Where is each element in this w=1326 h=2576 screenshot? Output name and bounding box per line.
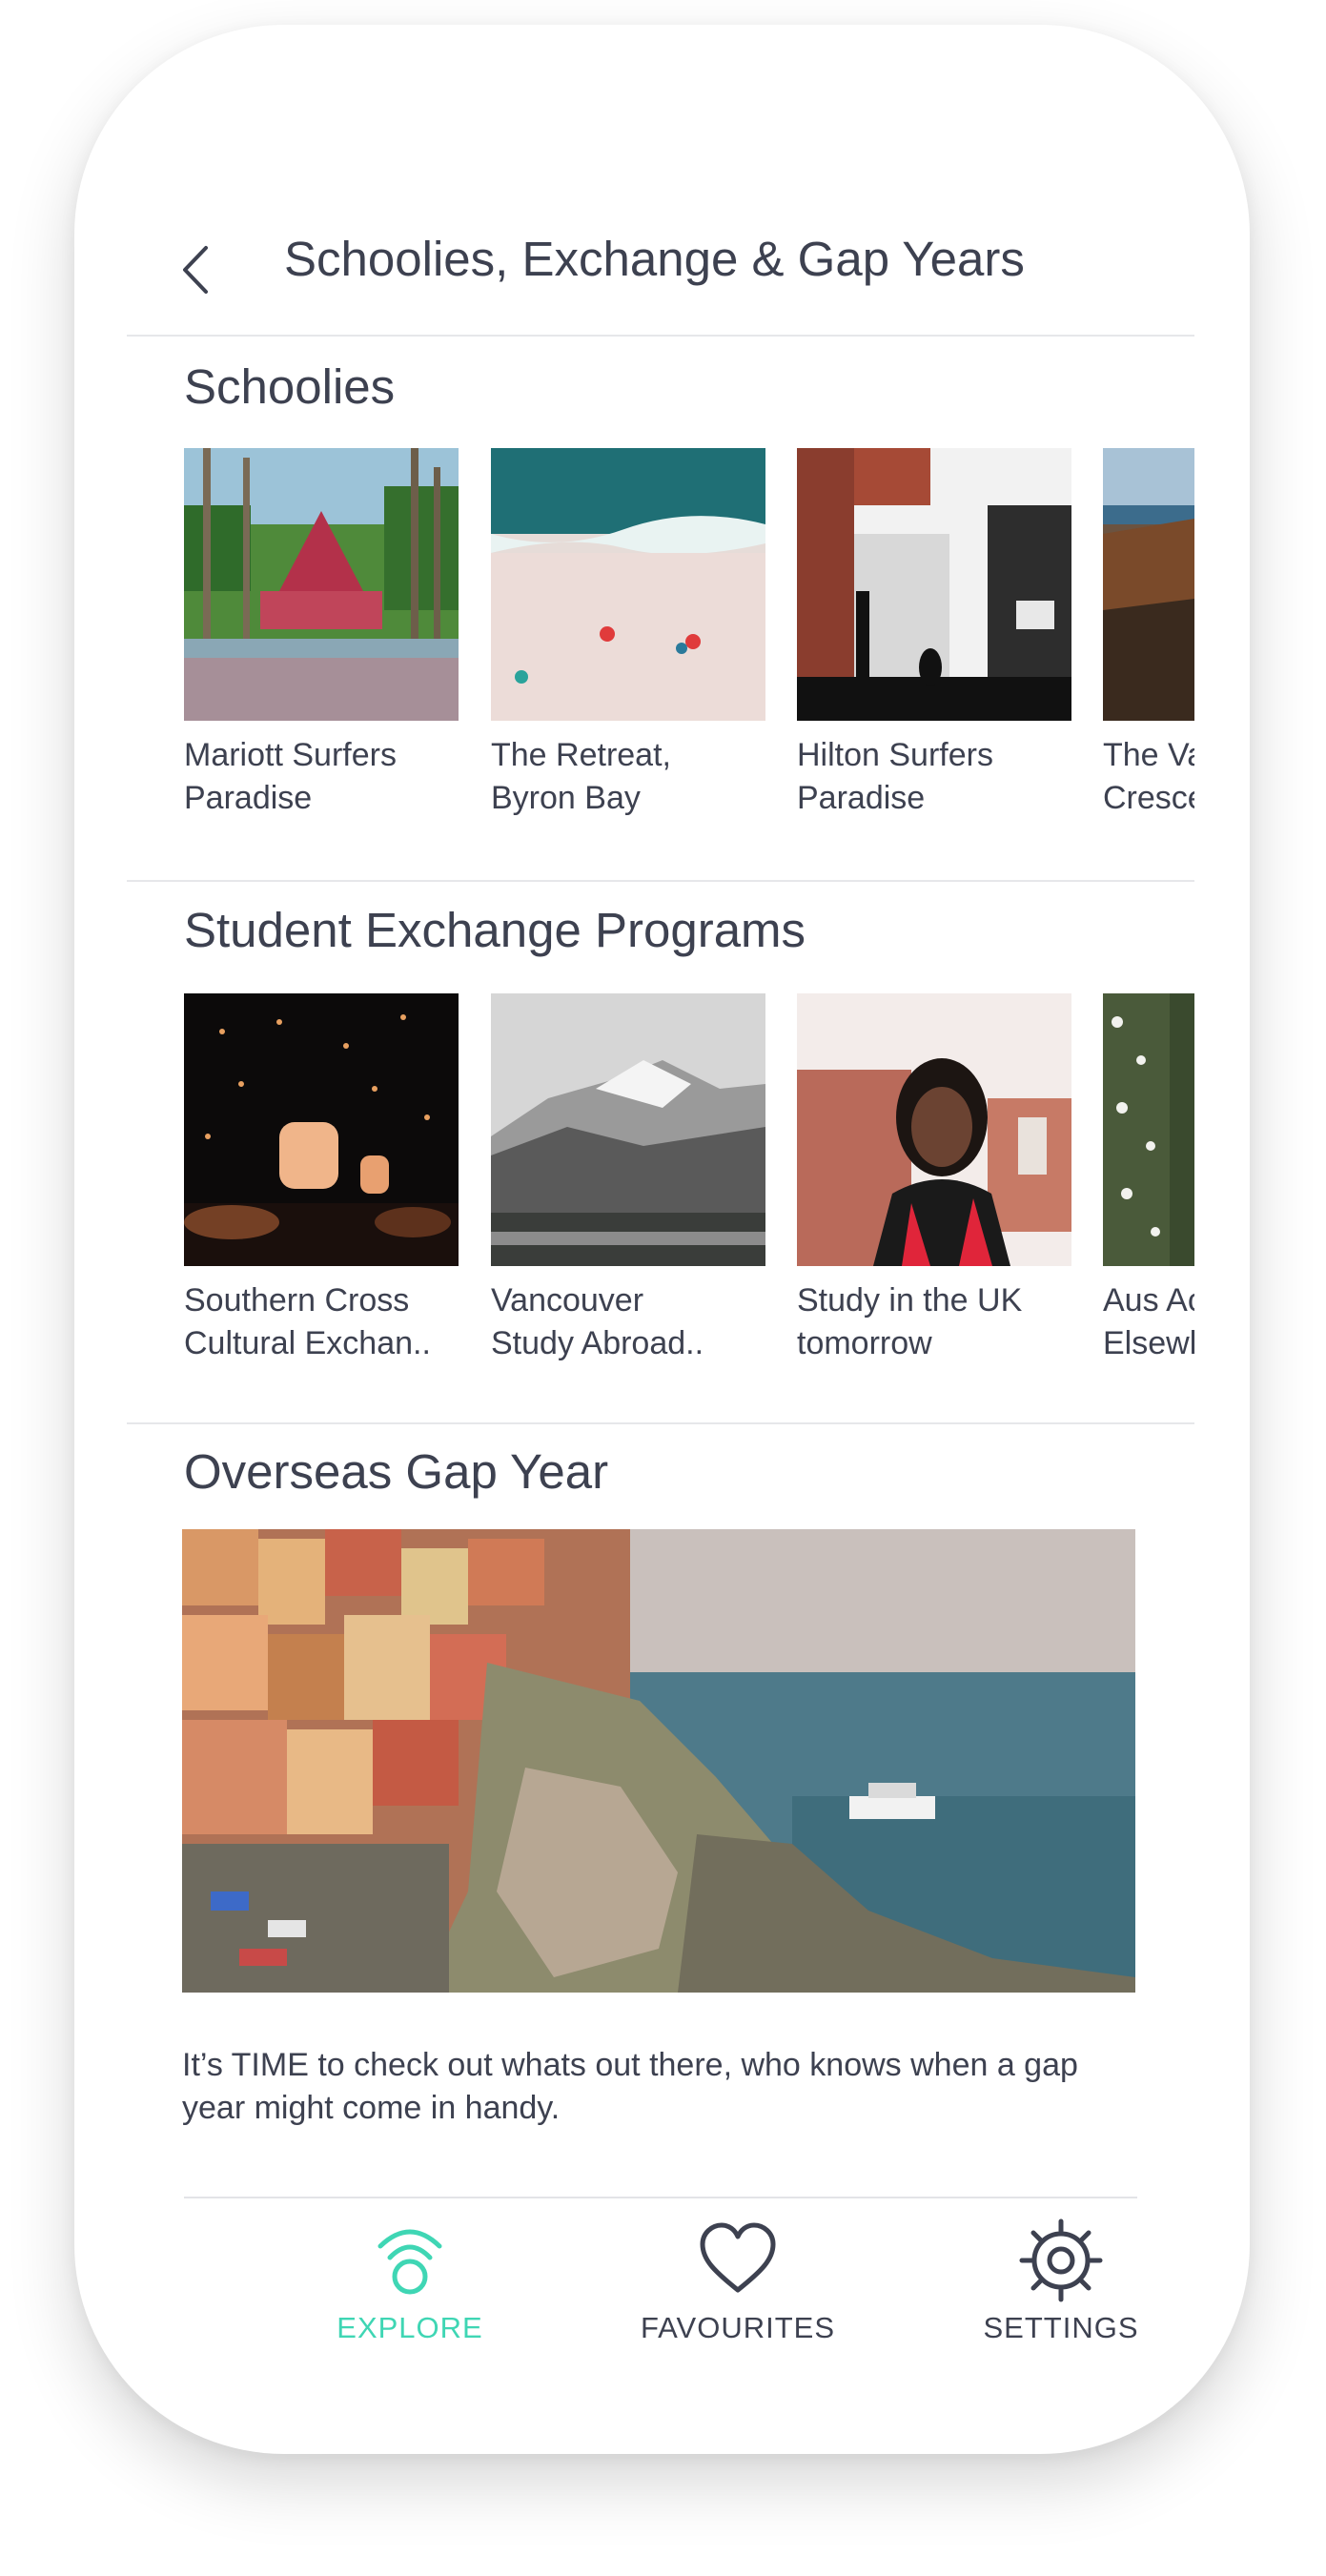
- card-image: [184, 993, 459, 1266]
- tab-favourites[interactable]: FAVOURITES: [614, 2218, 862, 2370]
- card-image: [184, 448, 459, 721]
- tab-bar-divider: [184, 2197, 1137, 2198]
- tab-settings-label: SETTINGS: [983, 2311, 1139, 2344]
- card-caption: Hilton Surfers Paradise: [797, 737, 993, 816]
- card-hilton-surfers-paradise[interactable]: Hilton Surfers Paradise: [797, 448, 1071, 820]
- exchange-carousel[interactable]: Southern Cross Cultural Exchan.. Vancouv…: [184, 993, 1194, 1375]
- card-image: [797, 448, 1071, 721]
- back-button[interactable]: [172, 236, 219, 303]
- schoolies-carousel[interactable]: Mariott Surfers Paradise The Retreat, By…: [184, 448, 1194, 829]
- card-caption: The Va Cresce: [1103, 737, 1194, 816]
- gap-year-description: It’s TIME to check out whats out there, …: [182, 2047, 1078, 2126]
- divider: [127, 880, 1194, 882]
- tab-settings[interactable]: SETTINGS: [937, 2218, 1185, 2370]
- card-the-retreat-byron-bay[interactable]: The Retreat, Byron Bay: [491, 448, 765, 820]
- page-title: Schoolies, Exchange & Gap Years: [284, 232, 1025, 286]
- tab-explore-label: EXPLORE: [337, 2311, 483, 2344]
- card-study-in-the-uk[interactable]: Study in the UK tomorrow: [797, 993, 1071, 1365]
- card-image: [491, 993, 765, 1266]
- gear-icon: [937, 2218, 1185, 2303]
- divider: [127, 1422, 1194, 1424]
- heart-icon: [614, 2218, 862, 2303]
- card-vancouver-study-abroad[interactable]: Vancouver Study Abroad..: [491, 993, 765, 1365]
- card-aus-ac-elsewl[interactable]: Aus Ac Elsewl: [1103, 993, 1194, 1365]
- section-title-exchange: Student Exchange Programs: [184, 903, 806, 957]
- explore-icon: [286, 2218, 534, 2303]
- section-title-gap-year: Overseas Gap Year: [184, 1444, 609, 1499]
- tab-favourites-label: FAVOURITES: [640, 2311, 836, 2344]
- phone-frame: Schoolies, Exchange & Gap Years Schoolie…: [74, 25, 1250, 2454]
- card-caption: The Retreat, Byron Bay: [491, 737, 671, 816]
- section-title-schoolies: Schoolies: [184, 359, 396, 414]
- card-southern-cross-cultural-exchange[interactable]: Southern Cross Cultural Exchan..: [184, 993, 459, 1365]
- divider: [127, 335, 1194, 337]
- card-caption: Southern Cross Cultural Exchan..: [184, 1282, 431, 1361]
- header: Schoolies, Exchange & Gap Years: [74, 177, 1250, 339]
- card-mariott-surfers-paradise[interactable]: Mariott Surfers Paradise: [184, 448, 459, 820]
- card-caption: Mariott Surfers Paradise: [184, 737, 397, 816]
- card-image: [491, 448, 765, 721]
- tab-explore[interactable]: EXPLORE: [286, 2218, 534, 2370]
- card-caption: Study in the UK tomorrow: [797, 1282, 1023, 1361]
- card-the-va-cresce[interactable]: The Va Cresce: [1103, 448, 1194, 820]
- card-image: [797, 993, 1071, 1266]
- chevron-left-icon: [183, 246, 208, 294]
- card-caption: Vancouver Study Abroad..: [491, 1282, 704, 1361]
- card-image: [1103, 448, 1194, 721]
- card-caption: Aus Ac Elsewl: [1103, 1282, 1194, 1361]
- gap-year-feature-image[interactable]: [182, 1529, 1135, 1993]
- card-image: [1103, 993, 1194, 1266]
